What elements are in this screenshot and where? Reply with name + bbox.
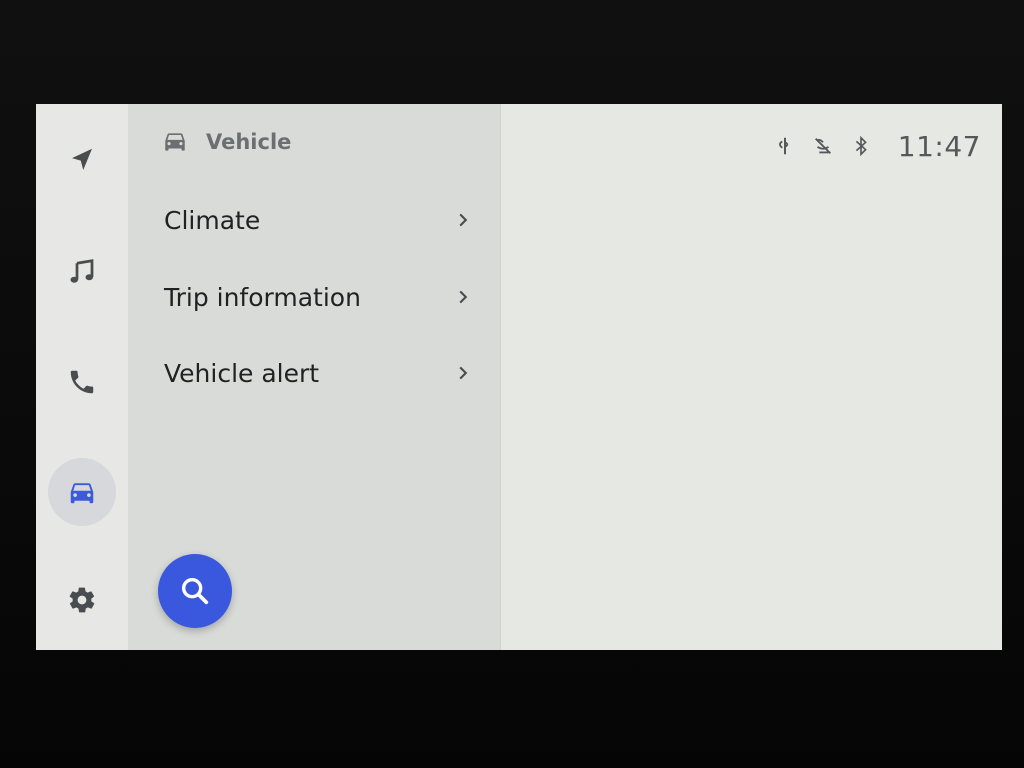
rail-item-phone[interactable] [48,348,116,416]
rail-item-settings[interactable] [48,566,116,634]
status-bar: 11:47 [774,128,981,164]
main-content-area: 11:47 [500,104,1002,650]
music-note-icon [70,259,94,283]
chevron-right-icon [459,366,468,380]
wireless-charging-icon [778,137,788,155]
phone-icon [70,370,94,394]
menu-item-trip-information[interactable]: Trip information [128,265,500,329]
rail-item-music[interactable] [48,238,116,306]
menu-item-climate[interactable]: Climate [128,188,500,252]
menu-header: Vehicle [162,126,291,158]
chevron-right-icon [459,290,468,304]
rail-item-vehicle[interactable] [48,458,116,526]
navigation-arrow-icon [72,148,92,170]
nav-rail [36,104,128,650]
chevron-right-icon [459,213,468,227]
menu-item-vehicle-alert[interactable]: Vehicle alert [128,341,500,405]
menu-item-label: Trip information [164,282,361,312]
search-icon [181,577,209,605]
vehicle-menu-panel: Vehicle Climate Trip information Vehicle… [128,104,500,650]
menu-item-label: Climate [164,205,261,235]
mic-muted-icon [814,138,831,154]
car-icon [165,133,185,151]
bluetooth-icon [855,135,867,157]
infotainment-screen: Vehicle Climate Trip information Vehicle… [36,104,1002,650]
clock: 11:47 [897,129,981,163]
menu-item-label: Vehicle alert [164,358,320,388]
page-title: Vehicle [206,130,292,154]
rail-item-navigation[interactable] [48,126,116,194]
search-button[interactable] [158,554,232,628]
car-icon [70,483,94,504]
gear-icon [69,587,95,613]
